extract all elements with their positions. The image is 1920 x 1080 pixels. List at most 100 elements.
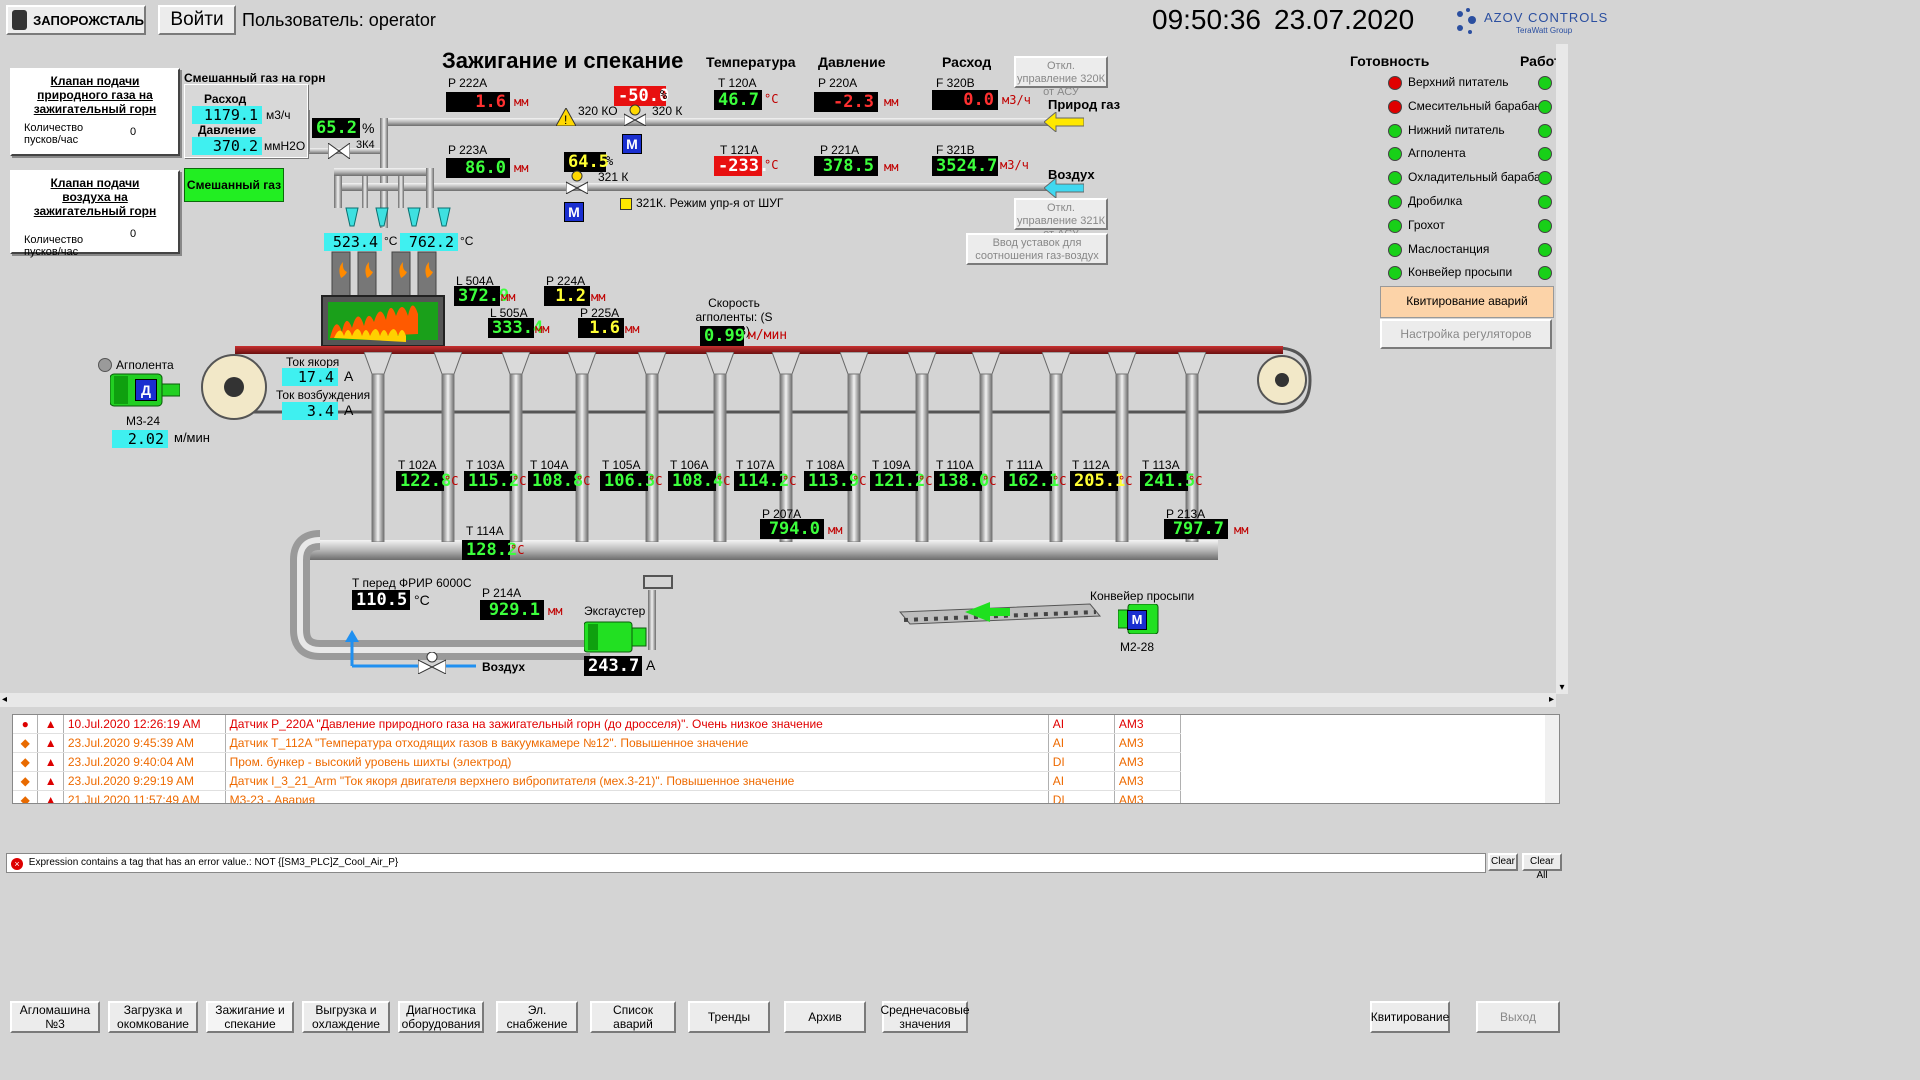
scroll-left-icon[interactable]: ◂ xyxy=(2,693,7,707)
alarm-area: AM3 xyxy=(1114,752,1182,772)
p220a-label: P 220A xyxy=(818,76,858,90)
alarm-type: AI xyxy=(1048,733,1115,753)
nav-button[interactable]: Эл. снабжение xyxy=(496,1001,578,1033)
alarm-row[interactable]: ◆ ▲ 23.Jul.2020 9:29:19 AM Датчик I_3_21_Ar… xyxy=(13,771,1182,791)
air-valve-count-label: Количество пусков/час xyxy=(24,234,84,258)
motor-321k-button[interactable]: М xyxy=(564,202,584,222)
nav-button[interactable]: Список аварий xyxy=(590,1001,676,1033)
mixed-gas-valve-pct: 65.2 xyxy=(312,118,360,138)
shug-indicator-icon xyxy=(620,198,632,210)
readiness-label: Верхний питатель xyxy=(1408,75,1509,89)
valve-3k4-tag: 3К4 xyxy=(356,139,375,151)
windbox-temp-unit: °C xyxy=(1188,474,1203,488)
gas-air-ratio-button[interactable]: Ввод уставок для соотношения газ-воздух xyxy=(966,233,1108,265)
motor-320k-button[interactable]: М xyxy=(622,134,642,154)
alarm-text: Пром. бункер - высокий уровень шихты (эл… xyxy=(225,752,1049,772)
alarm-type: AI xyxy=(1048,771,1115,791)
alarm-row[interactable]: ◆ ▲ 23.Jul.2020 9:45:39 AM Датчик T_112A "Т… xyxy=(13,733,1182,753)
alarm-severity-icon: ● xyxy=(13,715,39,734)
asu-321k-button[interactable]: Откл. управление 321К от АСУ xyxy=(1014,198,1108,240)
work-indicator xyxy=(1538,99,1552,114)
f321b-unit: м3/ч xyxy=(1000,158,1029,172)
alarm-area: AM3 xyxy=(1114,733,1182,753)
p214a-unit: мм xyxy=(548,604,563,618)
nav-button[interactable]: Диагностика оборудования xyxy=(398,1001,484,1033)
burner-temp-2-unit: °C xyxy=(460,234,474,248)
t121a-value: -233. xyxy=(714,156,769,176)
work-indicator xyxy=(1538,76,1552,90)
mixed-gas-pct-unit: % xyxy=(362,120,375,136)
alarm-row[interactable]: ◆ ▲ 23.Jul.2020 9:40:04 AM Пром. бункер - в… xyxy=(13,752,1182,772)
scroll-right-icon[interactable]: ▸ xyxy=(1549,693,1554,707)
work-indicator xyxy=(1538,123,1552,138)
alarm-time: 10.Jul.2020 12:26:19 AM xyxy=(63,715,226,734)
anchor-current: 17.4 xyxy=(282,368,338,386)
valve-320k-icon[interactable] xyxy=(623,104,647,127)
agglo-motor-button[interactable]: Д xyxy=(135,379,157,401)
valve-3k4-icon[interactable] xyxy=(327,142,351,160)
gas-valve-title: Клапан подачи природного газа на зажигат… xyxy=(33,74,157,116)
readiness-label: Конвейер просыпи xyxy=(1408,265,1513,280)
alarm-text: Датчик T_112A "Температура отходящих газ… xyxy=(225,733,1049,753)
nav-button[interactable]: Выгрузка и охлаждение xyxy=(302,1001,390,1033)
windbox-temp-unit: °C xyxy=(918,474,933,488)
l504a-value: 372.9 xyxy=(454,286,509,306)
alarm-time: 23.Jul.2020 9:40:04 AM xyxy=(63,752,226,772)
windbox xyxy=(971,351,1001,543)
windbox-temp-value: 114.2 xyxy=(734,471,789,491)
clear-button[interactable]: Clear xyxy=(1488,853,1518,871)
p220a-value: -2.3 xyxy=(814,92,878,112)
nav-button[interactable]: Среднечасовые значения xyxy=(880,1001,970,1033)
nav-ack-button[interactable]: Квитирование xyxy=(1370,1001,1450,1033)
nav-button[interactable]: Загрузка и окомкование xyxy=(108,1001,198,1033)
exhauster-icon[interactable] xyxy=(583,618,654,656)
work-indicator xyxy=(1538,218,1552,233)
l505a-value: 333.4 xyxy=(488,318,543,338)
p207a-value: 794.0 xyxy=(760,519,824,539)
excit-current: 3.4 xyxy=(282,402,338,420)
mixed-gas-title: Смешанный газ на горн xyxy=(184,71,326,85)
windbox-temp-label: T 107A xyxy=(736,458,775,472)
alarm-row[interactable]: ◆ ▲ 21.Jul.2020 11:57:49 AM М3-23 - Авария D… xyxy=(13,790,1182,803)
air-valve-panel[interactable]: Клапан подачи воздуха на зажигательный г… xyxy=(10,170,180,258)
nav-exit-button[interactable]: Выход xyxy=(1476,1001,1560,1033)
mixed-gas-button[interactable]: Смешанный газ xyxy=(184,168,284,202)
p220a-unit: мм xyxy=(884,95,899,109)
alarm-panel[interactable]: ● ▲ 10.Jul.2020 12:26:19 AM Датчик P_220A "… xyxy=(12,714,1560,804)
p213a-value: 797.7 xyxy=(1164,519,1228,539)
agglo-speed-unit: м/мин xyxy=(174,430,210,445)
valve-321k-icon[interactable] xyxy=(565,170,589,195)
readiness-title: Готовность xyxy=(1350,53,1430,69)
t-frir-unit: °C xyxy=(414,592,430,608)
air-valve-icon[interactable] xyxy=(417,651,447,675)
scroll-down-icon[interactable]: ▾ xyxy=(1556,682,1568,694)
p214a-label: P 214A xyxy=(482,586,522,600)
alarm-bell-icon: ▲ xyxy=(37,715,64,734)
bottom-scrollbar[interactable]: ◂ ▸ xyxy=(0,693,1556,707)
windbox-temp-value: 138.0 xyxy=(934,471,989,491)
alarm-severity-icon: ◆ xyxy=(13,771,39,791)
anchor-current-unit: А xyxy=(344,368,354,384)
regulators-button[interactable]: Настройка регуляторов xyxy=(1380,319,1552,349)
gas-valve-panel[interactable]: Клапан подачи природного газа на зажигат… xyxy=(10,68,180,156)
windbox-temp-unit: °C xyxy=(1118,474,1133,488)
l505a-unit: мм xyxy=(535,322,550,336)
mixed-gas-flow-unit: м3/ч xyxy=(266,108,291,122)
asu-320k-button[interactable]: Откл. управление 320К от АСУ xyxy=(1014,56,1108,98)
alarm-row[interactable]: ● ▲ 10.Jul.2020 12:26:19 AM Датчик P_220A "… xyxy=(13,715,1182,734)
alarm-time: 21.Jul.2020 11:57:49 AM xyxy=(63,790,226,803)
right-scrollbar[interactable]: ▾ xyxy=(1556,44,1568,694)
air-inlet-arrow-icon xyxy=(1043,176,1085,200)
alarm-text: Датчик I_3_21_Arm "Ток якоря двигателя в… xyxy=(225,771,1049,791)
alarm-scrollbar[interactable] xyxy=(1545,715,1559,803)
windbox xyxy=(363,351,393,543)
clear-all-button[interactable]: Clear All xyxy=(1522,853,1562,881)
ack-alarms-button[interactable]: Квитирование аварий xyxy=(1380,286,1554,318)
conveyor-motor-button[interactable]: М xyxy=(1127,610,1147,630)
windbox-temp-value: 115.2 xyxy=(464,471,519,491)
nav-button[interactable]: Агломашина №3 xyxy=(10,1001,100,1033)
nav-button[interactable]: Архив xyxy=(784,1001,866,1033)
nav-button[interactable]: Зажигание и спекание xyxy=(206,1001,294,1033)
nav-button[interactable]: Тренды xyxy=(688,1001,770,1033)
windbox-temp-unit: °C xyxy=(782,474,797,488)
